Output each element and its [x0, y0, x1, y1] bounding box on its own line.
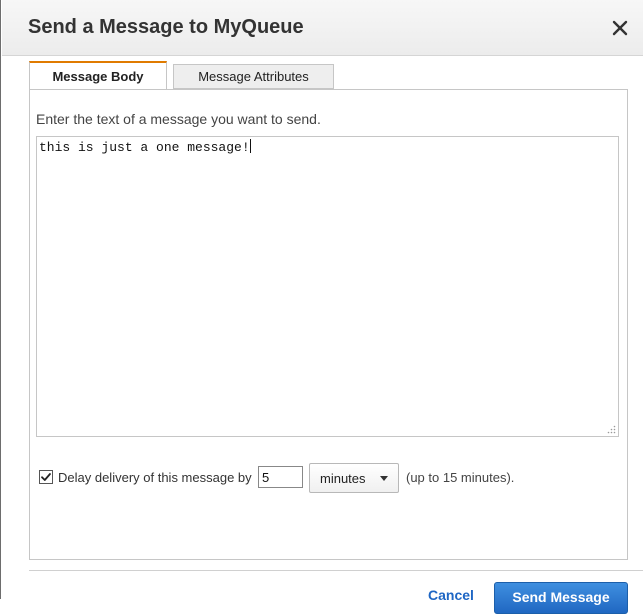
delay-value-input[interactable] [258, 466, 303, 488]
delay-checkbox[interactable] [39, 470, 53, 484]
send-message-button[interactable]: Send Message [494, 582, 628, 614]
send-message-dialog: Send a Message to MyQueue Message Body M… [0, 0, 643, 614]
message-body-panel: Enter the text of a message you want to … [29, 89, 628, 560]
footer-divider [29, 570, 643, 571]
message-body-textarea[interactable]: this is just a one message! [36, 136, 619, 437]
message-text: this is just a one message! [39, 140, 250, 155]
checkmark-icon [41, 473, 51, 481]
delay-hint: (up to 15 minutes). [406, 470, 515, 485]
close-button[interactable] [606, 14, 634, 42]
tab-message-body[interactable]: Message Body [29, 61, 167, 89]
delay-unit-select[interactable]: minutes [309, 463, 399, 493]
instructions-text: Enter the text of a message you want to … [36, 111, 321, 127]
close-icon [612, 20, 628, 36]
resize-grip-icon[interactable] [607, 425, 616, 434]
dialog-header: Send a Message to MyQueue [2, 0, 643, 56]
dialog-title: Send a Message to MyQueue [28, 16, 304, 38]
delay-label: Delay delivery of this message by [58, 470, 252, 485]
chevron-down-icon [380, 476, 388, 481]
tab-message-attributes[interactable]: Message Attributes [173, 64, 334, 89]
delay-unit-value: minutes [320, 471, 366, 486]
delay-delivery-row: Delay delivery of this message by minute… [39, 462, 619, 494]
cancel-button[interactable]: Cancel [428, 587, 474, 603]
text-cursor [249, 139, 251, 153]
